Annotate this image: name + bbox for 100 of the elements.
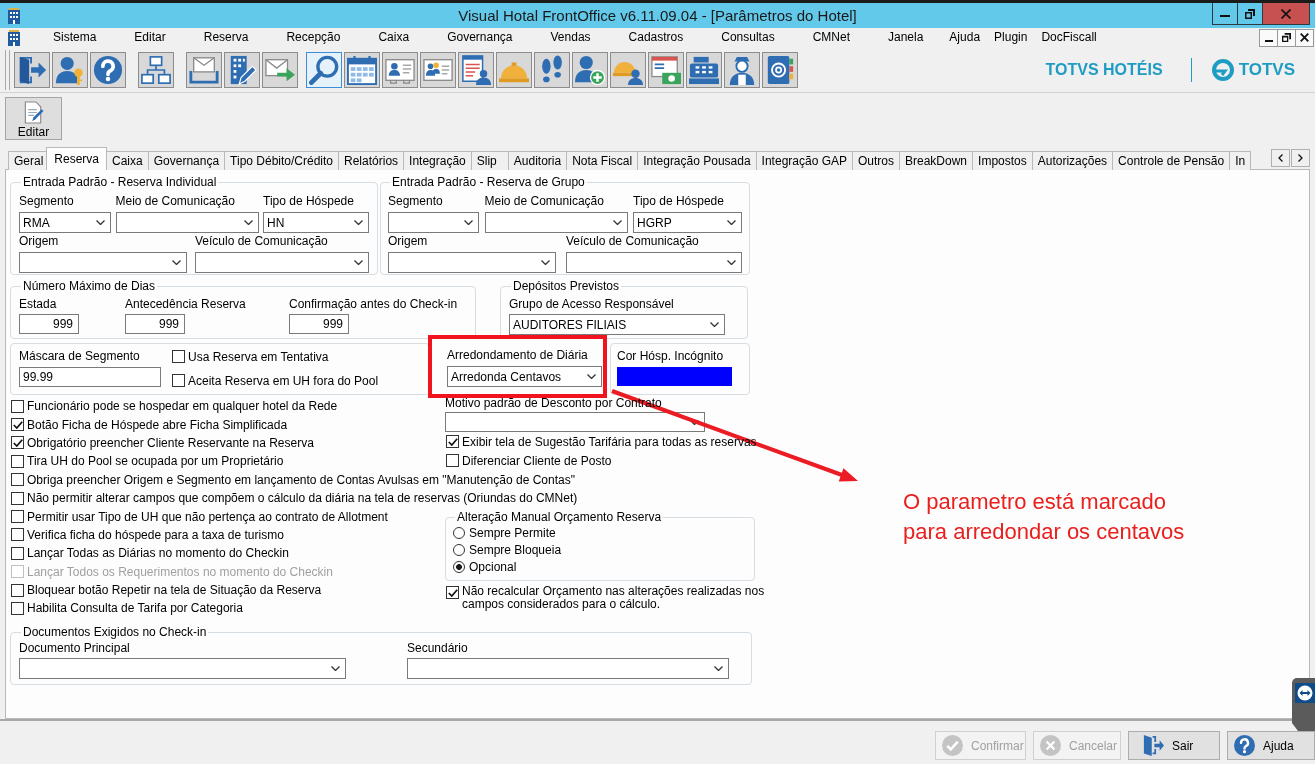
help-button[interactable]: Ajuda: [1227, 731, 1315, 760]
tab[interactable]: Nota Fiscal: [566, 151, 639, 170]
checkbox[interactable]: [11, 473, 24, 487]
toolbar-button[interactable]: [186, 51, 222, 88]
menu-item[interactable]: Plugin: [987, 28, 1035, 47]
checkbox[interactable]: [446, 454, 459, 467]
checkbox[interactable]: [446, 586, 459, 599]
toolbar-button[interactable]: [496, 51, 532, 88]
minimize-button[interactable]: [1212, 3, 1238, 25]
tab[interactable]: Controle de Pensão: [1112, 151, 1231, 170]
toolbar-button[interactable]: [306, 51, 342, 88]
tab[interactable]: Tipo Débito/Crédito: [224, 151, 340, 170]
dropdown[interactable]: [566, 252, 742, 273]
toolbar-button[interactable]: [686, 51, 722, 88]
toolbar-button[interactable]: [14, 51, 50, 88]
menu-item[interactable]: Editar: [115, 28, 185, 47]
toolbar-button[interactable]: [262, 51, 298, 88]
tab[interactable]: Integração Pousada: [637, 151, 757, 170]
tab[interactable]: Outros: [852, 151, 900, 170]
color-swatch-icon[interactable]: [617, 367, 732, 386]
tab[interactable]: BreakDown: [899, 151, 974, 170]
number-field[interactable]: 999: [289, 314, 349, 334]
toolbar-button[interactable]: [648, 51, 684, 88]
tab[interactable]: Integração: [403, 151, 472, 170]
checkbox[interactable]: [11, 583, 24, 597]
tab[interactable]: Impostos: [972, 151, 1033, 170]
text-field[interactable]: 99.99: [19, 367, 161, 387]
menu-item[interactable]: Ajuda: [942, 28, 988, 47]
checkbox[interactable]: [11, 418, 24, 432]
dropdown[interactable]: [484, 212, 628, 233]
tab[interactable]: Reserva: [46, 147, 108, 170]
toolbar-button[interactable]: [420, 51, 456, 88]
toolbar-button[interactable]: [762, 51, 798, 88]
tab[interactable]: Relatórios: [338, 151, 405, 170]
toolbar-button[interactable]: [90, 51, 126, 88]
tab[interactable]: Auditoria: [507, 151, 568, 170]
dropdown[interactable]: AUDITORES FILIAIS: [509, 314, 725, 335]
tab[interactable]: In: [1229, 151, 1252, 170]
checkbox[interactable]: [11, 436, 24, 450]
scroll-left-button[interactable]: [1271, 149, 1290, 167]
close-button[interactable]: [1295, 28, 1314, 47]
radio-button[interactable]: [453, 526, 465, 539]
menu-item[interactable]: Cadastros: [609, 28, 703, 47]
toolbar-button[interactable]: [224, 51, 260, 88]
tab[interactable]: Integração GAP: [755, 151, 853, 170]
menu-item[interactable]: Sistema: [34, 28, 116, 47]
toolbar-button[interactable]: [724, 51, 760, 88]
edit-button[interactable]: Editar: [5, 97, 62, 140]
dropdown[interactable]: [19, 657, 346, 679]
checkbox[interactable]: [11, 491, 24, 505]
menu-item[interactable]: Caixa: [359, 28, 429, 47]
number-field[interactable]: 999: [19, 314, 79, 334]
tab[interactable]: Slip: [470, 151, 509, 170]
dropdown[interactable]: RMA: [19, 212, 111, 233]
menu-item[interactable]: Recepção: [267, 28, 360, 47]
checkbox[interactable]: [11, 602, 24, 615]
dropdown[interactable]: Arredonda Centavos: [447, 366, 602, 387]
dropdown[interactable]: [115, 212, 259, 233]
exit-button[interactable]: Sair: [1128, 731, 1220, 760]
menu-item[interactable]: Governança: [428, 28, 532, 47]
checkbox[interactable]: [172, 350, 185, 363]
menu-item[interactable]: Consultas: [702, 28, 794, 47]
checkbox[interactable]: [11, 510, 24, 524]
checkbox[interactable]: [11, 546, 24, 560]
checkbox[interactable]: [11, 399, 24, 413]
menu-item[interactable]: Reserva: [184, 28, 268, 47]
scroll-right-button[interactable]: [1291, 149, 1310, 167]
tab[interactable]: Autorizações: [1031, 151, 1114, 170]
dropdown[interactable]: [19, 252, 187, 273]
tab[interactable]: Governança: [147, 151, 226, 170]
toolbar-button[interactable]: [572, 51, 608, 88]
menu-item[interactable]: Vendas: [531, 28, 610, 47]
toolbar-button[interactable]: [610, 51, 646, 88]
dropdown[interactable]: [388, 252, 556, 273]
checkbox-label: Lançar Todas as Diárias no momento do Checkin: [27, 546, 289, 561]
number-field[interactable]: 999: [125, 314, 185, 334]
menu-item[interactable]: CMNet: [793, 28, 869, 47]
dropdown[interactable]: HN: [263, 212, 369, 233]
checkbox[interactable]: [172, 374, 185, 387]
menu-item[interactable]: Janela: [869, 28, 943, 47]
dropdown[interactable]: [388, 212, 479, 233]
toolbar-button[interactable]: [382, 51, 418, 88]
checkbox[interactable]: [11, 528, 24, 542]
toolbar-button[interactable]: [534, 51, 570, 88]
menu-item[interactable]: DocFiscall: [1034, 28, 1104, 47]
dropdown[interactable]: [407, 657, 729, 679]
minimize-button[interactable]: [1259, 28, 1278, 47]
tab[interactable]: Caixa: [106, 151, 149, 170]
toolbar-button[interactable]: [138, 51, 174, 88]
checkbox[interactable]: [11, 454, 24, 468]
checkbox[interactable]: [446, 435, 459, 448]
dropdown[interactable]: [445, 412, 705, 432]
restore-button[interactable]: [1277, 28, 1296, 47]
toolbar-button[interactable]: [52, 51, 88, 88]
toolbar-button[interactable]: [458, 51, 494, 88]
radio-button[interactable]: [453, 543, 465, 556]
dropdown[interactable]: [195, 252, 369, 273]
dropdown[interactable]: HGRP: [633, 212, 742, 233]
toolbar-button[interactable]: [344, 51, 380, 88]
radio-button[interactable]: [453, 560, 465, 573]
